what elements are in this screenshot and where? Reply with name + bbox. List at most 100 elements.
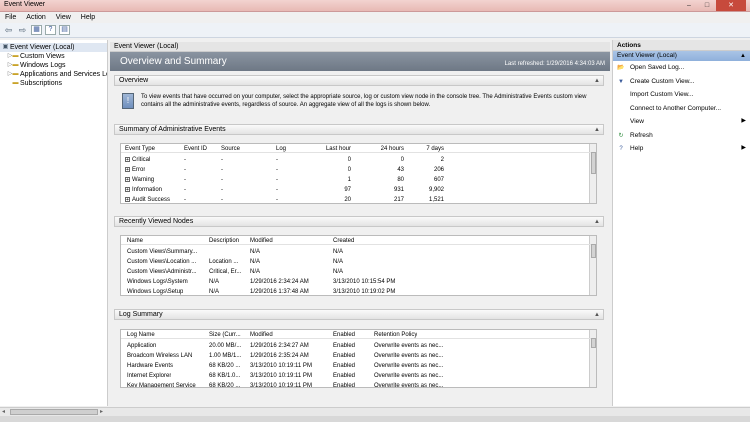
column-header[interactable]: Log Name xyxy=(127,331,155,339)
maximize-button[interactable]: □ xyxy=(698,0,716,11)
close-button[interactable]: ✕ xyxy=(716,0,746,11)
import-custom-view-action[interactable]: Import Custom View... xyxy=(613,88,750,102)
action-label: View xyxy=(630,118,644,125)
horizontal-scrollbar[interactable]: ◂ ▸ xyxy=(0,407,750,416)
collapse-icon[interactable]: ▲ xyxy=(594,217,600,227)
expand-icon[interactable]: + xyxy=(125,196,130,202)
expand-icon[interactable]: + xyxy=(125,156,130,162)
column-header[interactable]: Modified xyxy=(250,331,273,339)
menu-file[interactable]: File xyxy=(5,12,16,23)
overview-section-header[interactable]: Overview ▲ xyxy=(114,75,604,86)
table-row[interactable]: + Information - - - 97 931 9,902 xyxy=(121,186,591,194)
back-arrow-icon[interactable]: ⇦ xyxy=(3,25,14,35)
menu-view[interactable]: View xyxy=(56,12,71,23)
table-header-row: Name Description Modified Created xyxy=(121,237,591,245)
recent-section-header[interactable]: Recently Viewed Nodes ▲ xyxy=(114,216,604,227)
column-header[interactable]: 24 hours xyxy=(381,145,404,153)
column-header[interactable]: Log xyxy=(276,145,286,153)
help-action[interactable]: ? Help ▶ xyxy=(613,142,750,156)
tree-item[interactable]: ▬ Subscriptions xyxy=(0,79,107,88)
table-row[interactable]: Custom Views\Administr... Critical, Er...… xyxy=(121,268,591,276)
menu-help[interactable]: Help xyxy=(81,12,95,23)
menu-action[interactable]: Action xyxy=(26,12,45,23)
table-cell: 1.00 MB/1... xyxy=(209,353,242,359)
table-row[interactable]: Windows Logs\Setup N/A 1/29/2016 1:37:48 A… xyxy=(121,288,591,295)
table-cell: - xyxy=(276,187,278,193)
action-label: Open Saved Log... xyxy=(630,64,685,71)
connect-computer-action[interactable]: Connect to Another Computer... xyxy=(613,102,750,116)
table-cell: Windows Logs\System xyxy=(127,279,188,285)
tree-item[interactable]: ▷ ▬ Windows Logs xyxy=(0,61,107,70)
column-header[interactable]: Event ID xyxy=(184,145,207,153)
table-row[interactable]: Application 20.00 MB/... 1/29/2016 2:34:27… xyxy=(121,342,591,350)
summary-section-header[interactable]: Summary of Administrative Events ▲ xyxy=(114,124,604,135)
table-cell: Key Management Service xyxy=(127,383,196,388)
column-header[interactable]: Last hour xyxy=(326,145,351,153)
table-cell: 9,902 xyxy=(428,187,444,193)
column-header[interactable]: Created xyxy=(333,237,354,245)
column-header[interactable]: Description xyxy=(209,237,239,245)
collapse-icon[interactable]: ▲ xyxy=(740,51,746,61)
summary-title: Summary of Administrative Events xyxy=(119,126,226,133)
column-header[interactable]: Source xyxy=(221,145,240,153)
tree-item[interactable]: ▷ ▬ Applications and Services Lo xyxy=(0,70,107,79)
column-header[interactable]: Enabled xyxy=(333,331,355,339)
scroll-left-icon[interactable]: ◂ xyxy=(2,408,5,415)
table-row[interactable]: Custom Views\Summary... N/A N/A xyxy=(121,248,591,256)
column-header[interactable]: Retention Policy xyxy=(374,331,417,339)
create-custom-view-action[interactable]: ▼ Create Custom View... xyxy=(613,75,750,89)
table-cell: 3/13/2010 10:19:02 PM xyxy=(333,289,396,295)
action-pane-icon[interactable]: ▤ xyxy=(59,25,70,35)
expand-icon[interactable]: + xyxy=(125,176,130,182)
column-header[interactable]: Modified xyxy=(250,237,273,245)
view-action[interactable]: View ▶ xyxy=(613,115,750,129)
table-cell: - xyxy=(276,157,278,163)
scroll-right-icon[interactable]: ▸ xyxy=(100,408,103,415)
refresh-action[interactable]: ↻ Refresh xyxy=(613,129,750,143)
table-cell: 3/13/2010 10:19:11 PM xyxy=(250,363,312,369)
forward-arrow-icon[interactable]: ⇨ xyxy=(17,25,28,35)
table-cell: Windows Logs\Setup xyxy=(127,289,184,295)
column-header[interactable]: Name xyxy=(127,237,143,245)
actions-context-header[interactable]: Event Viewer (Local) ▲ xyxy=(613,51,750,61)
scroll-thumb[interactable] xyxy=(10,409,98,415)
expand-icon[interactable]: + xyxy=(125,186,130,192)
help-icon[interactable]: ? xyxy=(45,25,56,35)
collapse-icon[interactable]: ▲ xyxy=(594,76,600,86)
collapse-icon[interactable]: ▲ xyxy=(594,125,600,135)
log-summary-section-header[interactable]: Log Summary ▲ xyxy=(114,309,604,320)
collapse-icon[interactable]: ▲ xyxy=(594,310,600,320)
table-cell: + Warning xyxy=(125,176,154,184)
console-tree-icon[interactable]: ▦ xyxy=(31,25,42,35)
table-row[interactable]: Custom Views\Location ... Location ... N/A… xyxy=(121,258,591,266)
table-cell: N/A xyxy=(333,249,344,255)
table-row[interactable]: Windows Logs\System N/A 1/29/2016 2:34:24 … xyxy=(121,278,591,286)
table-row[interactable]: Internet Explorer 68 KB/1.0... 3/13/2010 1… xyxy=(121,372,591,380)
table-row[interactable]: Hardware Events 68 KB/20 ... 3/13/2010 10:… xyxy=(121,362,591,370)
table-row[interactable]: Broadcom Wireless LAN 1.00 MB/1... 1/29/20… xyxy=(121,352,591,360)
table-cell: 20.00 MB/... xyxy=(209,343,242,349)
table-row[interactable]: + Critical - - - 0 0 2 xyxy=(121,156,591,164)
minimize-button[interactable]: – xyxy=(680,0,698,11)
event-type-label: Warning xyxy=(132,177,155,183)
table-row[interactable]: Key Management Service 68 KB/20 ... 3/13/2… xyxy=(121,382,591,388)
table-cell: Enabled xyxy=(333,363,356,369)
open-saved-log-action[interactable]: 📂 Open Saved Log... xyxy=(613,61,750,75)
toolbar: ⇦ ⇨ ▦ ? ▤ xyxy=(0,23,750,38)
column-header[interactable]: 7 days xyxy=(426,145,444,153)
tree-item[interactable]: ▣ Event Viewer (Local) xyxy=(0,43,107,52)
table-row[interactable]: + Audit Success - - - 20 217 1,521 xyxy=(121,196,591,203)
table-row[interactable]: + Error - - - 0 43 206 xyxy=(121,166,591,174)
table-cell: 1/29/2016 1:37:48 AM xyxy=(250,289,309,295)
table-cell: Enabled xyxy=(333,383,356,388)
action-label: Import Custom View... xyxy=(630,91,694,98)
table-row[interactable]: + Warning - - - 1 80 607 xyxy=(121,176,591,184)
table-cell: 0 xyxy=(347,167,351,173)
action-list: 📂 Open Saved Log... ▼ Create Custom View...… xyxy=(613,61,750,156)
column-header[interactable]: Size (Curr... xyxy=(209,331,241,339)
table-cell: 3/13/2010 10:19:11 PM xyxy=(250,383,312,388)
tree-item[interactable]: ▷ ▬ Custom Views xyxy=(0,52,107,61)
folder-icon: ▬ xyxy=(12,80,19,86)
expand-icon[interactable]: + xyxy=(125,166,130,172)
column-header[interactable]: Event Type xyxy=(125,145,155,153)
